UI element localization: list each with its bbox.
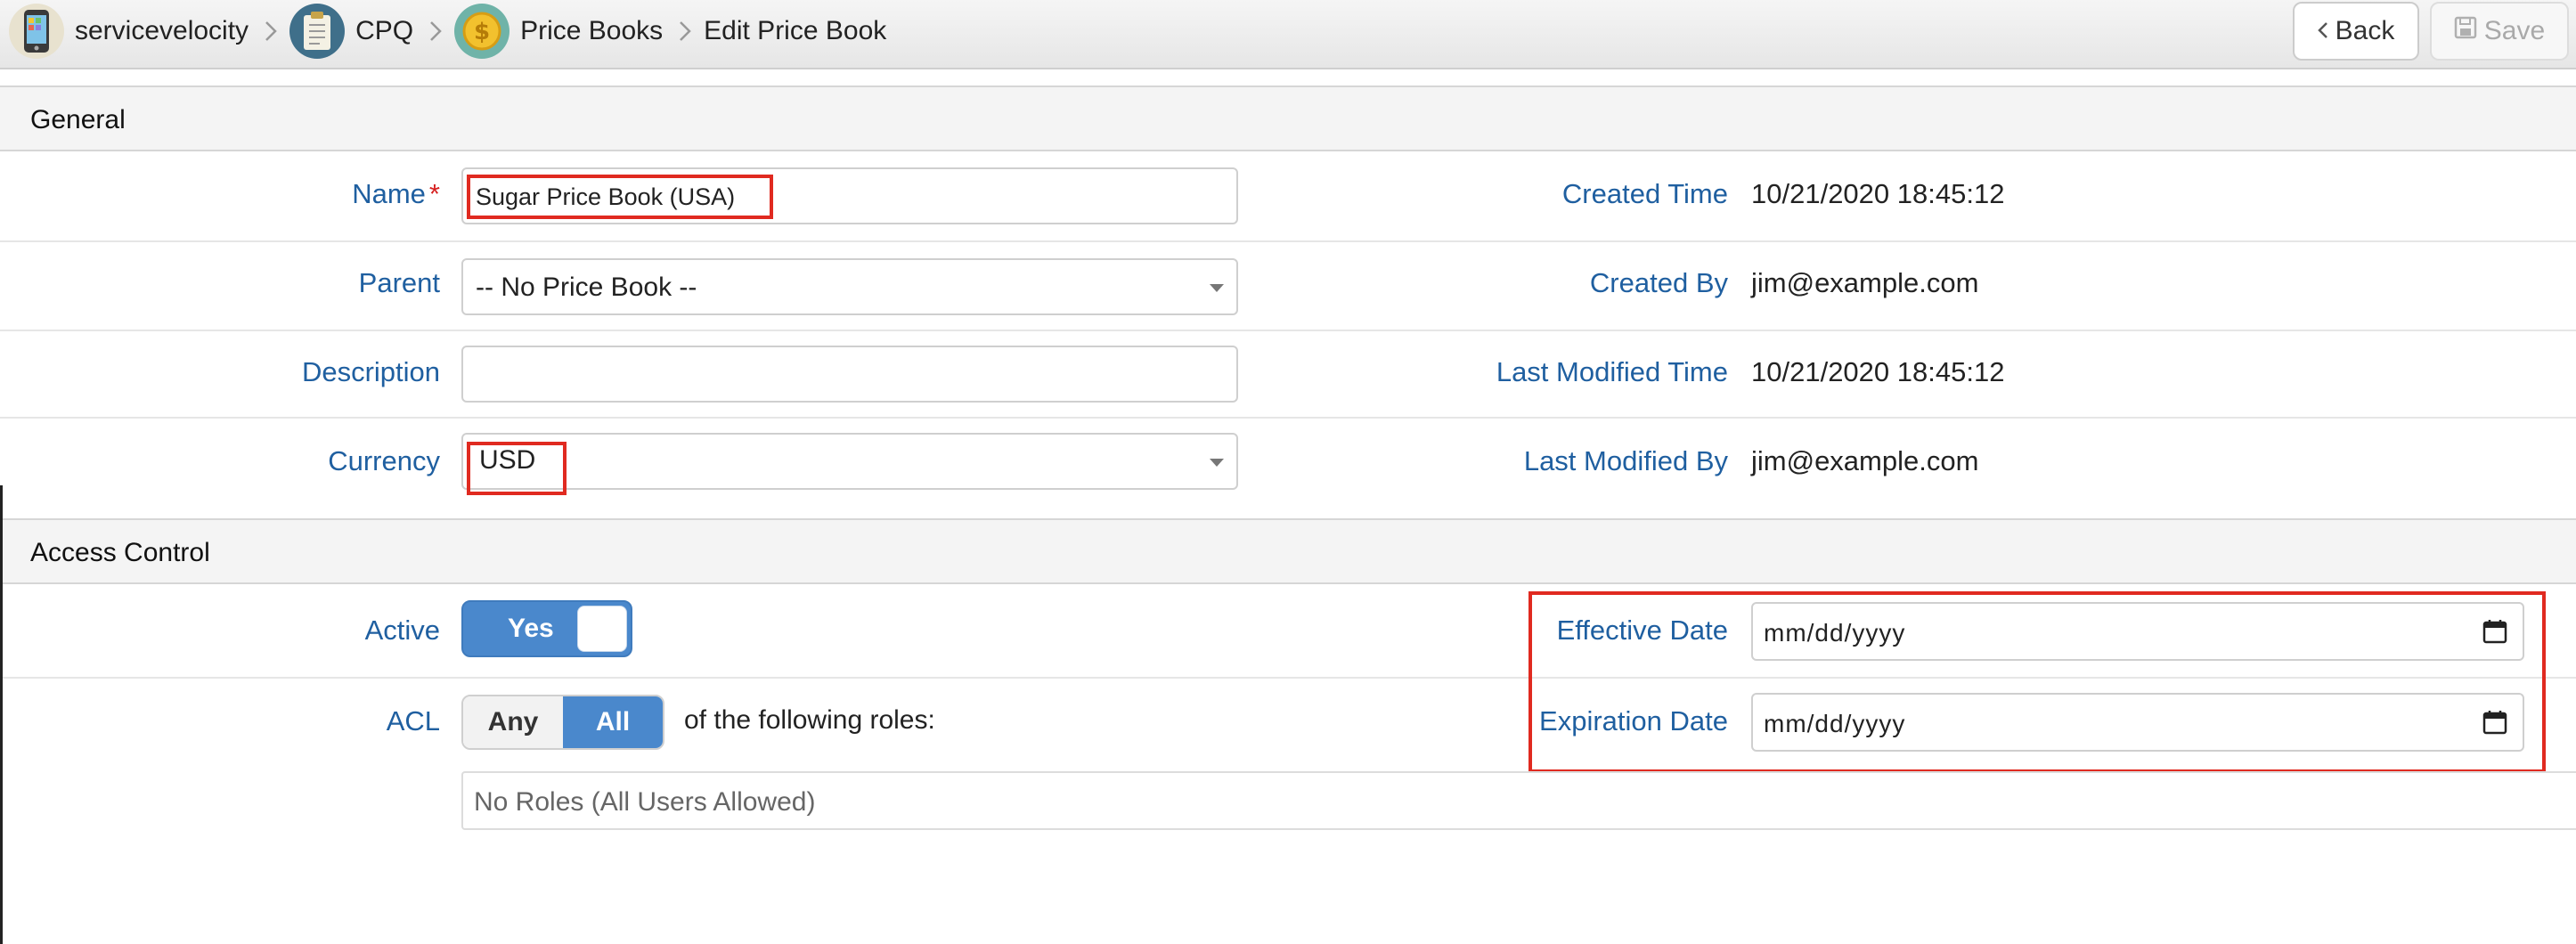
created-time-label: Created Time	[1561, 178, 1728, 209]
save-button[interactable]: Save	[2430, 2, 2569, 61]
dates-highlight-box	[1528, 591, 2546, 773]
acl-option-any[interactable]: Any	[463, 696, 563, 748]
currency-select[interactable]: USD	[461, 433, 1238, 490]
back-button[interactable]: Back	[2293, 2, 2419, 61]
description-input[interactable]	[461, 346, 1238, 403]
breadcrumb-item-cpq[interactable]: CPQ	[355, 16, 413, 46]
roles-placeholder: No Roles (All Users Allowed)	[474, 787, 816, 817]
phone-app-icon[interactable]	[9, 4, 64, 59]
created-by-label: Created By	[1589, 267, 1728, 298]
back-button-label: Back	[2335, 16, 2395, 45]
currency-label: Currency	[328, 445, 440, 476]
breadcrumb-item-servicevelocity[interactable]: servicevelocity	[75, 16, 249, 46]
row-divider	[0, 330, 2576, 331]
top-bar: servicevelocity CPQ $ Price Books Edit P…	[0, 0, 2576, 69]
row-divider	[0, 240, 2576, 242]
breadcrumb: servicevelocity CPQ $ Price Books Edit P…	[9, 4, 886, 59]
section-title-access-control: Access Control	[30, 538, 210, 567]
acl-suffix-text: of the following roles:	[684, 705, 935, 735]
currency-highlight-box	[467, 442, 567, 495]
toggle-knob[interactable]	[577, 606, 627, 652]
last-modified-time-value: 10/21/2020 18:45:12	[1751, 356, 2005, 387]
active-toggle-label: Yes	[508, 614, 554, 643]
chevron-right-icon	[429, 20, 442, 42]
last-modified-by-label: Last Modified By	[1523, 445, 1728, 476]
section-header-general: General	[0, 85, 2576, 151]
active-label: Active	[364, 614, 440, 646]
acl-label: ACL	[386, 705, 440, 736]
floppy-disk-icon	[2454, 16, 2477, 46]
name-highlight-box	[467, 175, 773, 219]
name-label: Name *	[352, 178, 440, 209]
parent-select[interactable]: -- No Price Book --	[461, 258, 1238, 315]
created-time-value: 10/21/2020 18:45:12	[1751, 178, 2005, 209]
dropdown-caret-icon	[1210, 284, 1224, 292]
last-modified-by-value: jim@example.com	[1751, 445, 1979, 476]
acl-segmented-control[interactable]: Any All	[461, 695, 664, 750]
last-modified-time-label: Last Modified Time	[1496, 356, 1728, 387]
save-button-label: Save	[2483, 16, 2546, 45]
dollar-coin-icon[interactable]: $	[454, 4, 510, 59]
clipboard-icon[interactable]	[289, 4, 346, 59]
parent-label: Parent	[358, 267, 440, 298]
chevron-right-icon	[679, 20, 691, 42]
window-edge	[0, 485, 3, 944]
acl-option-all[interactable]: All	[563, 696, 663, 748]
breadcrumb-current: Edit Price Book	[704, 16, 887, 45]
dropdown-caret-icon	[1210, 459, 1224, 467]
description-label: Description	[301, 356, 440, 387]
created-by-value: jim@example.com	[1751, 267, 1979, 298]
chevron-left-icon	[2317, 16, 2328, 46]
row-divider	[0, 417, 2576, 419]
parent-select-value: -- No Price Book --	[476, 273, 697, 302]
chevron-right-icon	[265, 20, 277, 42]
breadcrumb-item-price-books[interactable]: Price Books	[520, 16, 663, 46]
active-toggle[interactable]: Yes	[461, 600, 632, 657]
section-header-access-control: Access Control	[0, 518, 2576, 584]
section-title-general: General	[30, 105, 126, 134]
required-asterisk: *	[428, 178, 440, 209]
roles-field[interactable]: No Roles (All Users Allowed)	[461, 771, 2576, 830]
svg-text:$: $	[474, 19, 490, 45]
